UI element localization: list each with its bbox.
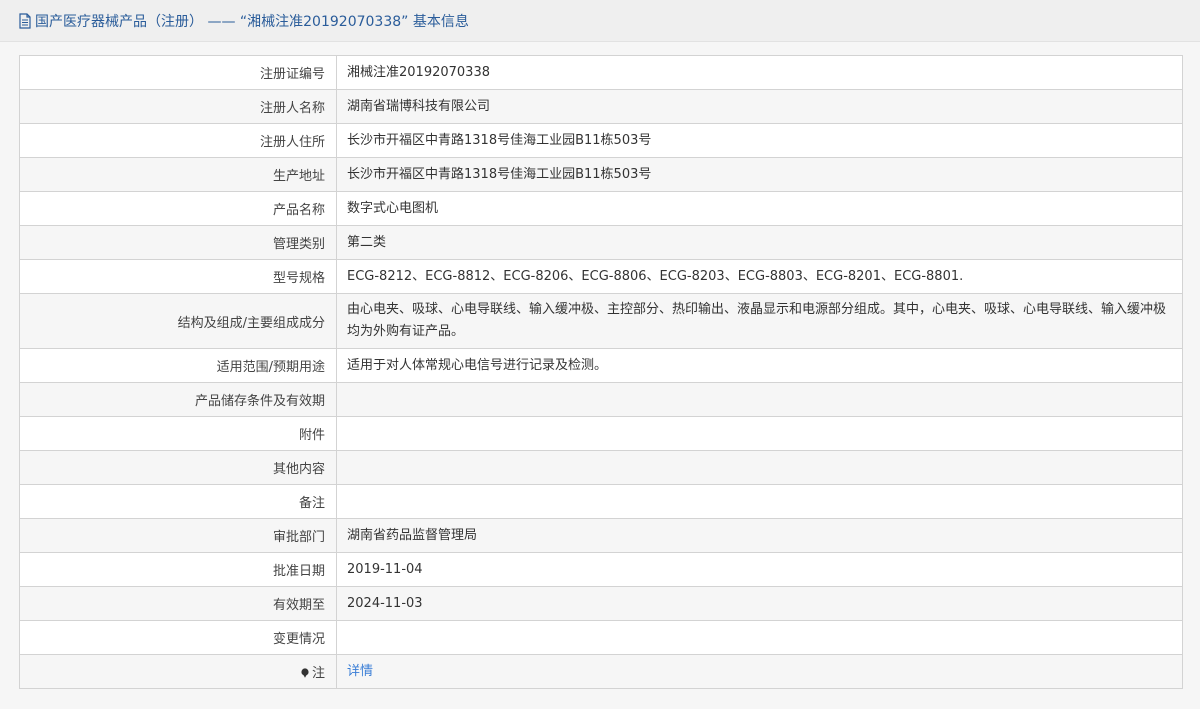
table-row: 注册人名称 湖南省瑞博科技有限公司: [19, 89, 1183, 124]
document-icon: [18, 12, 32, 29]
table-row: 附件: [19, 416, 1183, 451]
table-row: 注册证编号 湘械注准20192070338: [19, 55, 1183, 90]
row-value: 2019-11-04: [336, 552, 1183, 587]
row-value: 湖南省瑞博科技有限公司: [336, 89, 1183, 124]
row-label: 有效期至: [19, 586, 337, 621]
row-label: 审批部门: [19, 518, 337, 553]
table-row-note: 注 详情: [19, 654, 1183, 689]
table-row: 产品储存条件及有效期: [19, 382, 1183, 417]
row-value: 湖南省药品监督管理局: [336, 518, 1183, 553]
row-value: 数字式心电图机: [336, 191, 1183, 226]
row-value: [336, 416, 1183, 451]
table-row: 其他内容: [19, 450, 1183, 485]
row-value: [336, 382, 1183, 417]
page-title: 国产医疗器械产品（注册） —— “湘械注准20192070338” 基本信息: [35, 13, 469, 30]
row-label: 批准日期: [19, 552, 337, 587]
row-value: 由心电夹、吸球、心电导联线、输入缓冲极、主控部分、热印输出、液晶显示和电源部分组…: [336, 293, 1183, 349]
table-row: 产品名称 数字式心电图机: [19, 191, 1183, 226]
note-label: 注: [311, 666, 325, 681]
row-value: 适用于对人体常规心电信号进行记录及检测。: [336, 348, 1183, 383]
table-row: 管理类别 第二类: [19, 225, 1183, 260]
row-label: 型号规格: [19, 259, 337, 294]
table-row: 型号规格 ECG-8212、ECG-8812、ECG-8206、ECG-8806…: [19, 259, 1183, 294]
row-label: 生产地址: [19, 157, 337, 192]
info-panel: 注册证编号 湘械注准20192070338 注册人名称 湖南省瑞博科技有限公司 …: [0, 42, 1200, 709]
row-label: 产品储存条件及有效期: [19, 382, 337, 417]
row-label: 适用范围/预期用途: [19, 348, 337, 383]
table-row: 变更情况: [19, 620, 1183, 655]
table-row: 适用范围/预期用途 适用于对人体常规心电信号进行记录及检测。: [19, 348, 1183, 383]
table-row: 审批部门 湖南省药品监督管理局: [19, 518, 1183, 553]
row-value: [336, 450, 1183, 485]
row-label: 结构及组成/主要组成成分: [19, 293, 337, 349]
table-row: 有效期至 2024-11-03: [19, 586, 1183, 621]
row-value: [336, 484, 1183, 519]
row-label: 注册人名称: [19, 89, 337, 124]
row-label: 变更情况: [19, 620, 337, 655]
row-value: 湘械注准20192070338: [336, 55, 1183, 90]
table-row: 生产地址 长沙市开福区中青路1318号佳海工业园B11栋503号: [19, 157, 1183, 192]
row-label: 备注: [19, 484, 337, 519]
registration-info-table: 注册证编号 湘械注准20192070338 注册人名称 湖南省瑞博科技有限公司 …: [19, 55, 1183, 689]
note-label-cell: 注: [19, 654, 337, 689]
table-row: 结构及组成/主要组成成分 由心电夹、吸球、心电导联线、输入缓冲极、主控部分、热印…: [19, 293, 1183, 349]
pin-icon: [300, 667, 310, 678]
row-value: ECG-8212、ECG-8812、ECG-8206、ECG-8806、ECG-…: [336, 259, 1183, 294]
row-label: 注册证编号: [19, 55, 337, 90]
row-value: 长沙市开福区中青路1318号佳海工业园B11栋503号: [336, 157, 1183, 192]
row-label: 注册人住所: [19, 123, 337, 158]
note-value-cell: 详情: [336, 654, 1183, 689]
table-row: 备注: [19, 484, 1183, 519]
row-label: 产品名称: [19, 191, 337, 226]
row-label: 附件: [19, 416, 337, 451]
details-link[interactable]: 详情: [347, 664, 373, 679]
row-value: [336, 620, 1183, 655]
table-row: 批准日期 2019-11-04: [19, 552, 1183, 587]
page-header: 国产医疗器械产品（注册） —— “湘械注准20192070338” 基本信息: [0, 0, 1200, 42]
row-value: 2024-11-03: [336, 586, 1183, 621]
row-value: 长沙市开福区中青路1318号佳海工业园B11栋503号: [336, 123, 1183, 158]
row-label: 其他内容: [19, 450, 337, 485]
table-row: 注册人住所 长沙市开福区中青路1318号佳海工业园B11栋503号: [19, 123, 1183, 158]
row-label: 管理类别: [19, 225, 337, 260]
row-value: 第二类: [336, 225, 1183, 260]
